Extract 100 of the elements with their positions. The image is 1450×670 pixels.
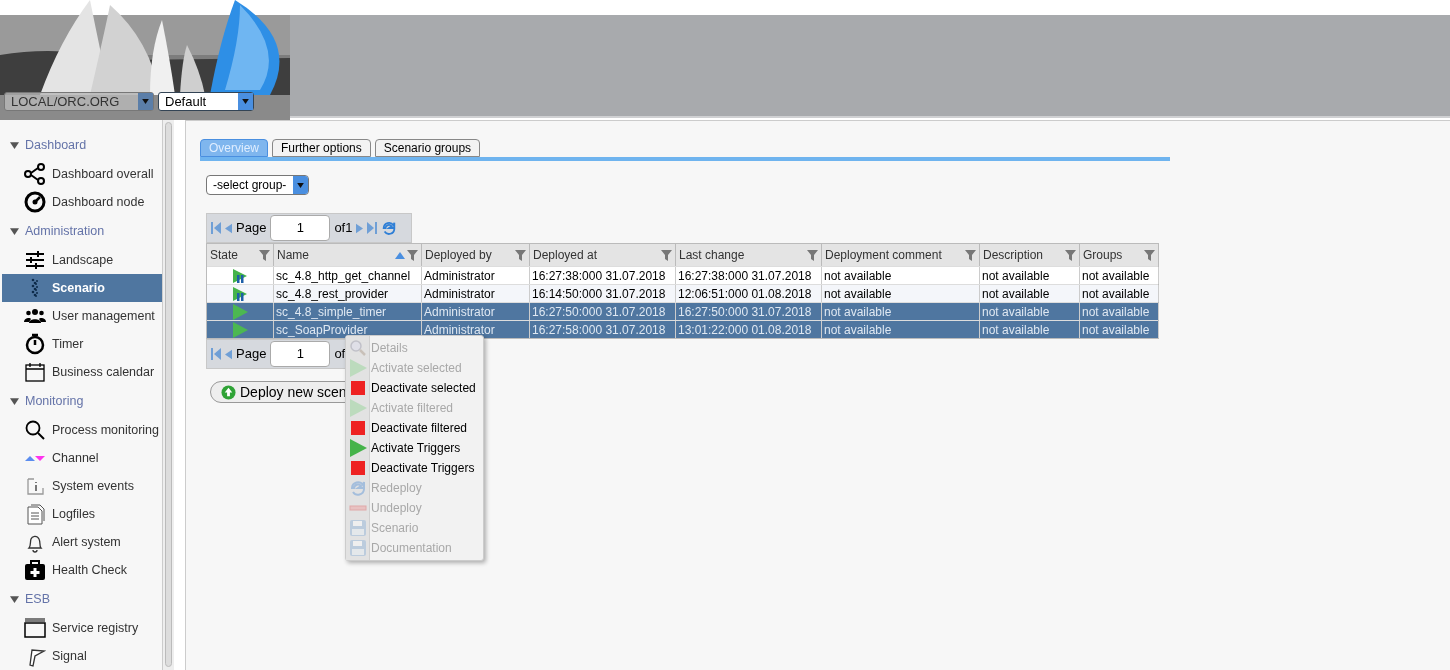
info-icon (24, 475, 46, 497)
page-count: of1 (334, 219, 353, 238)
play-icon (349, 439, 367, 457)
expand-caret-icon[interactable] (10, 141, 19, 149)
sidebar-section-header[interactable]: ESB (25, 589, 50, 609)
expand-caret-icon[interactable] (10, 595, 19, 603)
table-cell-text: 16:14:50:000 31.07.2018 (532, 285, 666, 303)
search-icon (24, 419, 46, 441)
sidebar-section-header[interactable]: Administration (25, 221, 105, 241)
table-cell-text: sc_4.8_rest_provider (276, 285, 389, 303)
table-cell-text: not available (1082, 321, 1150, 339)
filter-icon[interactable] (407, 249, 418, 261)
sidebar-section-header[interactable]: Dashboard (25, 135, 87, 155)
stop-icon (349, 419, 367, 437)
sidebar-section-header[interactable]: Monitoring (25, 391, 84, 411)
table-cell-text: Administrator (424, 321, 495, 339)
sidebar-item[interactable]: Process monitoring (2, 416, 162, 444)
stopwatch-icon (24, 333, 46, 355)
sidebar-item[interactable]: Dashboard node (2, 188, 162, 216)
table-cell-text: Administrator (424, 285, 495, 303)
filter-icon[interactable] (661, 249, 672, 261)
filter-icon[interactable] (807, 249, 818, 261)
table-row[interactable]: sc_4.8_http_get_channel Administrator 16:27:38:000 31.07.2018 16:27:38:000 31.07.2018 not available not available not available (207, 266, 1158, 284)
last-page-icon[interactable] (367, 222, 378, 234)
expand-caret-icon[interactable] (10, 397, 19, 405)
table-cell-text: 16:27:38:000 31.07.2018 (678, 267, 812, 285)
table-cell-text: 16:27:38:000 31.07.2018 (532, 267, 666, 285)
table-cell-text: not available (1082, 285, 1150, 303)
table-cell-text: sc_SoapProvider (276, 321, 368, 339)
page-label: Page (236, 219, 267, 238)
play-icon (349, 399, 367, 417)
document-icon (24, 503, 46, 525)
table-row[interactable]: sc_4.8_rest_provider Administrator 16:14:50:000 31.07.2018 12:06:51:000 01.08.2018 not available not available not available (207, 284, 1158, 302)
sidebar-item[interactable]: Health Check (2, 556, 162, 584)
table-cell-text: not available (824, 267, 892, 285)
scrollbar[interactable] (165, 122, 172, 667)
previous-page-icon[interactable] (225, 348, 232, 360)
page-count: of (334, 345, 346, 364)
table-cell-text: not available (1082, 267, 1150, 285)
sidebar-item[interactable]: Channel (2, 444, 162, 472)
table-cell-text: sc_4.8_simple_timer (276, 303, 387, 321)
table-cell-text: Administrator (424, 303, 495, 321)
profile-select[interactable]: Default (158, 92, 254, 111)
table-cell-text: 12:06:51:000 01.08.2018 (678, 285, 812, 303)
dropdown-arrow-icon[interactable] (297, 182, 304, 188)
sidebar-item[interactable]: User management (2, 302, 162, 330)
filter-icon[interactable] (965, 249, 976, 261)
table-row[interactable]: sc_SoapProvider Administrator 16:27:58:000 31.07.2018 13:01:22:000 01.08.2018 not available not available not available (207, 320, 1158, 338)
table-cell-text: not available (982, 303, 1050, 321)
table-cell-text: not available (824, 285, 892, 303)
first-page-icon[interactable] (211, 348, 221, 360)
table-cell-text: Administrator (424, 267, 495, 285)
sidebar-item[interactable]: Signal (2, 642, 162, 670)
table-cell-text: 16:27:50:000 31.07.2018 (678, 303, 812, 321)
stop-icon (349, 459, 367, 477)
refresh-icon[interactable] (381, 220, 398, 236)
expand-caret-icon[interactable] (10, 227, 19, 235)
sliders-icon (24, 249, 46, 271)
sidebar-item[interactable]: Timer (2, 330, 162, 358)
filter-icon[interactable] (515, 249, 526, 261)
sidebar-item[interactable]: Business calendar (2, 358, 162, 386)
sidebar-item[interactable]: Scenario (2, 274, 162, 302)
first-page-icon[interactable] (211, 222, 221, 234)
play-icon (349, 359, 367, 377)
table-cell-text: not available (982, 321, 1050, 339)
page-field[interactable]: 1 (270, 215, 331, 241)
sidebar-item[interactable]: Logfiles (2, 500, 162, 528)
menu-item[interactable]: Deactivate filtered (346, 418, 483, 438)
filter-icon[interactable] (1065, 249, 1076, 261)
magnifier-icon (349, 339, 367, 357)
tab[interactable]: Further options (272, 139, 371, 157)
filter-icon[interactable] (1144, 249, 1155, 261)
sidebar-item[interactable]: System events (2, 472, 162, 500)
table-cell-text: not available (1082, 303, 1150, 321)
table-cell-text: 13:01:22:000 01.08.2018 (678, 321, 812, 339)
environment-select[interactable]: LOCAL/ORC.ORG (4, 92, 154, 111)
filter-icon[interactable] (259, 249, 270, 261)
page-field[interactable]: 1 (270, 341, 331, 367)
table-cell-text: not available (824, 321, 892, 339)
menu-item[interactable]: Deactivate Triggers (346, 458, 483, 478)
table-cell-text: not available (824, 303, 892, 321)
sidebar-item[interactable]: Service registry (2, 614, 162, 642)
table-row[interactable]: sc_4.8_simple_timer Administrator 16:27:50:000 31.07.2018 16:27:50:000 31.07.2018 not available not available not available (207, 302, 1158, 320)
table-cell-text: not available (982, 285, 1050, 303)
dots-icon (31, 278, 39, 298)
gauge-icon (24, 191, 46, 213)
tab[interactable]: Scenario groups (374, 139, 481, 157)
sidebar-item[interactable]: Landscape (2, 246, 162, 274)
menu-item[interactable]: Activate Triggers (346, 438, 483, 458)
sidebar-item[interactable]: Alert system (2, 528, 162, 556)
next-page-icon[interactable] (356, 222, 364, 234)
triangles-icon (24, 455, 46, 461)
dropdown-arrow-icon[interactable] (142, 99, 149, 104)
share-nodes-icon (24, 163, 46, 185)
window-icon (24, 617, 46, 639)
group-select[interactable]: -select group- (206, 175, 309, 195)
dropdown-arrow-icon[interactable] (242, 99, 249, 104)
previous-page-icon[interactable] (225, 222, 232, 234)
stop-icon (349, 379, 367, 397)
sidebar-item[interactable]: Dashboard overall (2, 160, 162, 188)
